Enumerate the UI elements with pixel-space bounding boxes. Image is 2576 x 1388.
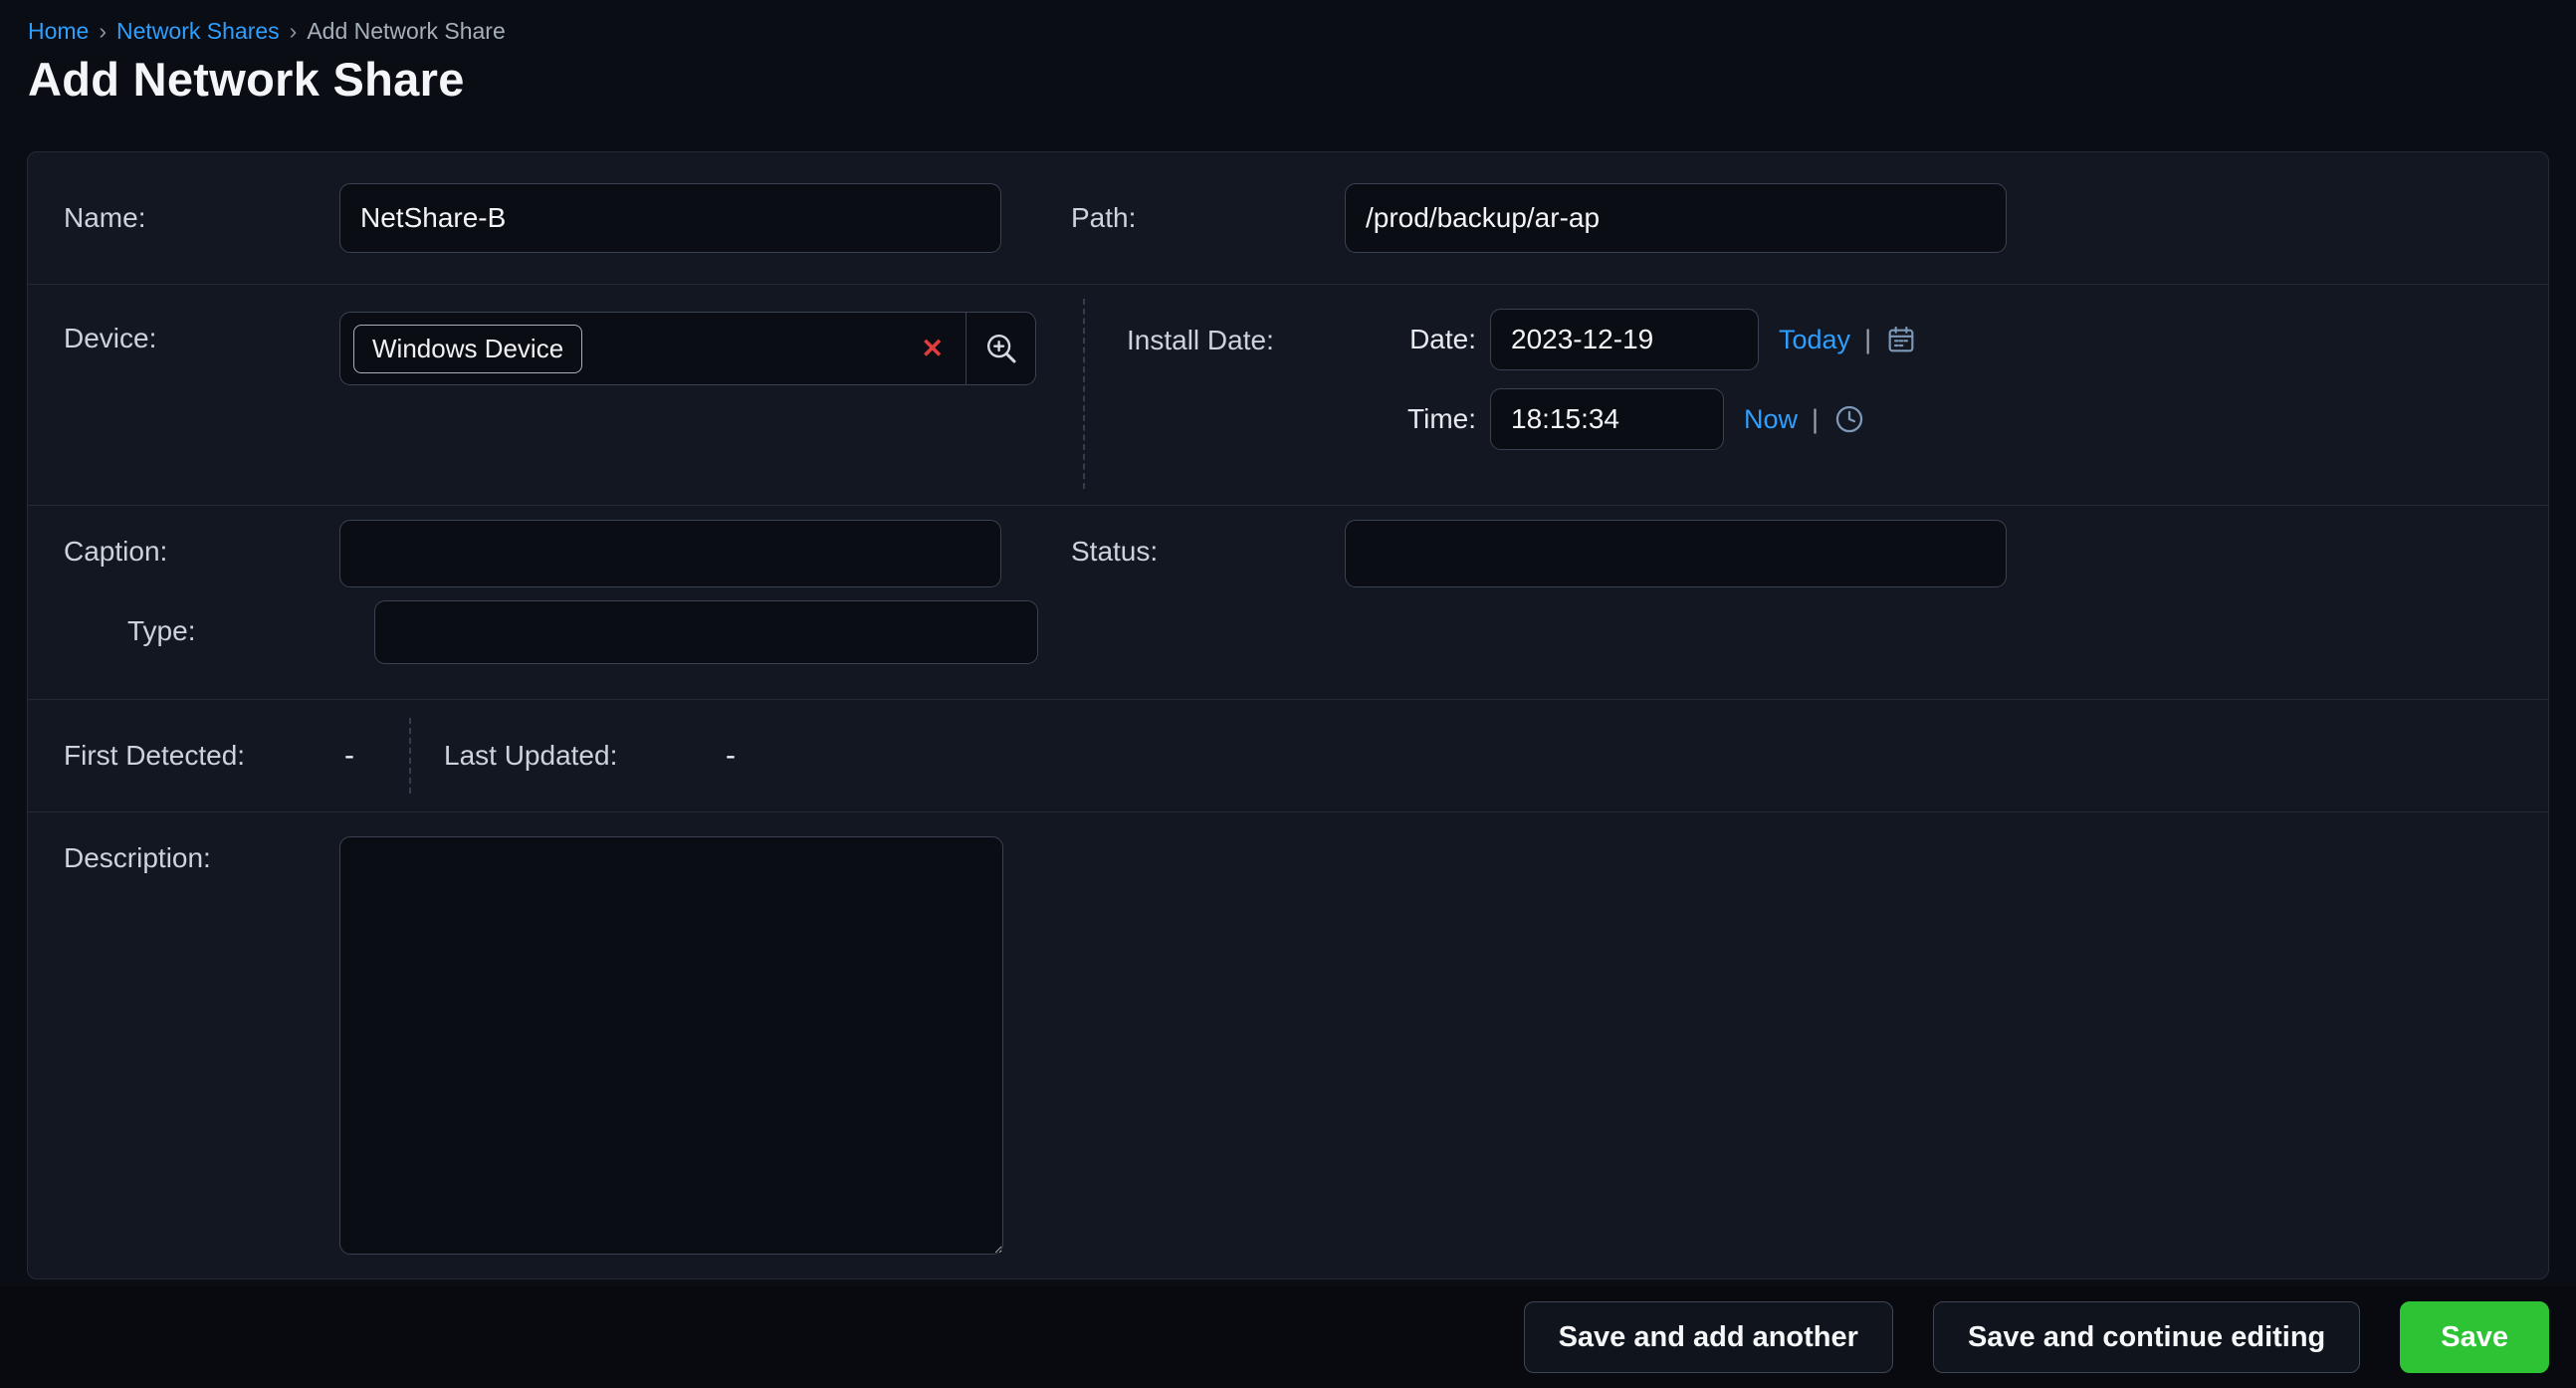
form-actions-bar: Save and add another Save and continue e… xyxy=(0,1286,2576,1388)
device-label: Device: xyxy=(64,323,156,354)
save-and-add-another-button[interactable]: Save and add another xyxy=(1524,1301,1893,1373)
install-date-row: Date: Today | xyxy=(1317,309,1917,370)
column-divider xyxy=(1083,299,1085,489)
description-textarea[interactable] xyxy=(339,836,1003,1255)
zoom-in-icon xyxy=(982,330,1020,367)
add-network-share-page: Home › Network Shares › Add Network Share Ad… xyxy=(0,0,2576,1388)
type-input[interactable] xyxy=(374,600,1038,664)
caption-label: Caption: xyxy=(64,536,167,568)
caption-input[interactable] xyxy=(339,520,1001,587)
save-button[interactable]: Save xyxy=(2400,1301,2549,1373)
name-label: Name: xyxy=(64,202,145,234)
breadcrumb-network-shares-link[interactable]: Network Shares xyxy=(116,18,280,44)
add-network-share-form: Name: Path: Device: Windows Device ✕ xyxy=(27,151,2549,1279)
calendar-icon[interactable] xyxy=(1885,324,1917,355)
path-input[interactable] xyxy=(1345,183,2007,253)
first-detected-label: First Detected: xyxy=(64,740,245,772)
today-link[interactable]: Today xyxy=(1779,325,1850,355)
clock-icon[interactable] xyxy=(1832,402,1866,436)
path-label: Path: xyxy=(1071,202,1136,234)
date-label: Date: xyxy=(1317,324,1476,355)
name-input[interactable] xyxy=(339,183,1001,253)
form-row-name-path: Name: Path: xyxy=(28,152,2548,285)
device-select[interactable]: Windows Device ✕ xyxy=(339,312,1036,385)
device-selected-chip[interactable]: Windows Device xyxy=(353,325,582,373)
type-label: Type: xyxy=(127,615,195,647)
device-clear-icon[interactable]: ✕ xyxy=(921,336,944,362)
form-row-description: Description: xyxy=(28,812,2548,1280)
last-updated-label: Last Updated: xyxy=(444,740,617,772)
breadcrumb-home-link[interactable]: Home xyxy=(28,18,89,44)
pipe-separator: | xyxy=(1864,325,1871,355)
time-input[interactable] xyxy=(1490,388,1724,450)
device-lookup-button[interactable] xyxy=(966,313,1035,384)
first-detected-value: - xyxy=(344,739,354,773)
save-and-continue-editing-button[interactable]: Save and continue editing xyxy=(1933,1301,2360,1373)
form-row-detected-updated: First Detected: - Last Updated: - xyxy=(28,700,2548,812)
status-label: Status: xyxy=(1071,536,1158,568)
install-time-row: Time: Now | xyxy=(1317,388,1866,450)
breadcrumb-separator: › xyxy=(99,18,107,44)
breadcrumb: Home › Network Shares › Add Network Share xyxy=(28,18,506,45)
time-label: Time: xyxy=(1317,403,1476,435)
form-row-caption-status-type: Caption: Status: Type: xyxy=(28,506,2548,700)
status-input[interactable] xyxy=(1345,520,2007,587)
install-date-label: Install Date: xyxy=(1127,325,1274,356)
pipe-separator: | xyxy=(1812,404,1819,435)
date-input[interactable] xyxy=(1490,309,1759,370)
last-updated-value: - xyxy=(726,739,736,773)
page-title: Add Network Share xyxy=(28,52,465,107)
form-row-device-install: Device: Windows Device ✕ xyxy=(28,285,2548,506)
breadcrumb-separator: › xyxy=(290,18,298,44)
description-label: Description: xyxy=(64,842,211,874)
now-link[interactable]: Now xyxy=(1744,404,1798,435)
breadcrumb-current: Add Network Share xyxy=(307,18,505,44)
column-divider xyxy=(409,718,411,794)
